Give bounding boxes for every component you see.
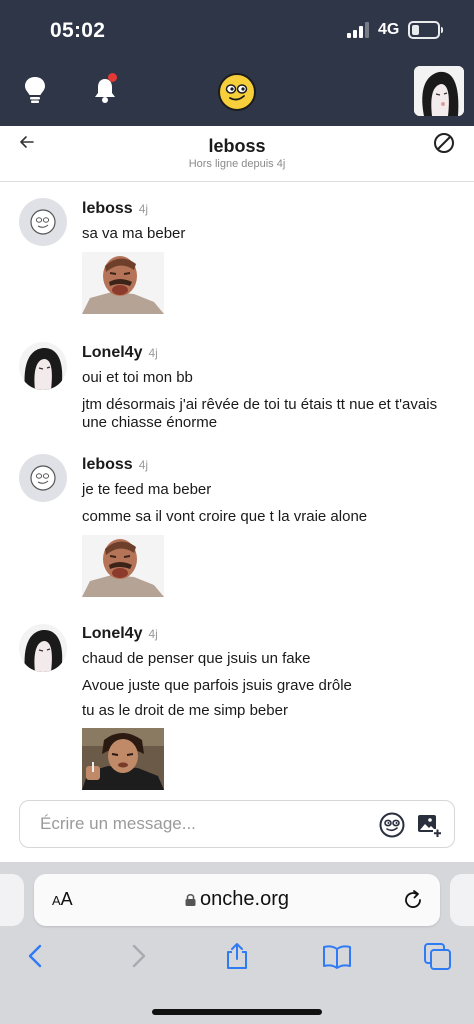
block-icon[interactable] bbox=[433, 132, 455, 154]
message-text: oui et toi mon bb bbox=[82, 369, 193, 386]
next-tab-preview[interactable] bbox=[450, 874, 474, 926]
message-text: chaud de penser que jsuis un fake bbox=[82, 650, 311, 667]
user-avatar[interactable] bbox=[19, 624, 67, 672]
status-time: 05:02 bbox=[50, 19, 106, 42]
bookmarks-icon[interactable] bbox=[322, 942, 351, 970]
message-text: tu as le droit de me simp beber bbox=[82, 702, 288, 719]
message-input[interactable] bbox=[40, 814, 370, 834]
smoking-man-sticker[interactable] bbox=[82, 728, 164, 790]
app-header: 05:02 4G bbox=[0, 0, 474, 126]
lock-icon bbox=[185, 889, 196, 906]
user-avatar[interactable] bbox=[19, 342, 67, 390]
message-time: 4j bbox=[148, 346, 158, 360]
last-seen-status: Hors ligne depuis 4j bbox=[188, 158, 286, 170]
reload-icon[interactable] bbox=[402, 889, 424, 911]
conversation-header: leboss Hors ligne depuis 4j bbox=[0, 126, 474, 182]
bell-icon[interactable] bbox=[92, 73, 118, 105]
share-icon[interactable] bbox=[223, 942, 251, 970]
message-author[interactable]: Lonel4y 4j bbox=[82, 344, 158, 362]
signal-icon bbox=[347, 22, 371, 38]
message-text: comme sa il vont croire que t la vraie a… bbox=[82, 508, 368, 525]
profile-avatar[interactable] bbox=[414, 66, 464, 116]
message-author[interactable]: leboss 4j bbox=[82, 200, 148, 218]
message-time: 4j bbox=[138, 202, 149, 216]
add-image-icon[interactable] bbox=[416, 812, 442, 838]
laughing-man-sticker[interactable] bbox=[82, 535, 164, 597]
conversation-title[interactable]: leboss bbox=[0, 136, 474, 157]
message-time: 4j bbox=[148, 627, 158, 641]
smiley-icon[interactable] bbox=[379, 812, 405, 838]
message-author[interactable]: leboss 4j bbox=[82, 456, 148, 474]
default-avatar[interactable] bbox=[19, 198, 67, 246]
laughing-man-sticker[interactable] bbox=[82, 252, 164, 314]
message-text: Avoue juste que parfois jsuis grave drôl… bbox=[82, 677, 352, 694]
forward-icon[interactable] bbox=[124, 942, 152, 970]
message-author[interactable]: Lonel4y 4j bbox=[82, 625, 158, 643]
message-text: sa va ma beber bbox=[82, 225, 186, 242]
default-avatar[interactable] bbox=[19, 454, 67, 502]
notification-dot bbox=[108, 73, 117, 82]
back-icon[interactable] bbox=[22, 942, 50, 970]
previous-tab-preview[interactable] bbox=[0, 874, 24, 926]
message-time: 4j bbox=[138, 458, 149, 472]
message-composer bbox=[19, 800, 455, 848]
home-indicator[interactable] bbox=[152, 1009, 322, 1015]
tabs-icon[interactable] bbox=[423, 942, 451, 970]
message-text: jtm désormais j'ai rêvée de toi tu étais… bbox=[82, 396, 438, 431]
browser-toolbar: AA onche.org bbox=[0, 862, 474, 1024]
address-bar[interactable]: AA onche.org bbox=[34, 874, 440, 926]
network-label: 4G bbox=[378, 21, 400, 38]
battery-icon bbox=[408, 21, 443, 39]
onche-smiley-logo[interactable] bbox=[218, 73, 256, 111]
url-display[interactable]: onche.org bbox=[34, 888, 440, 911]
message-text: je te feed ma beber bbox=[82, 481, 212, 498]
lightbulb-icon[interactable] bbox=[22, 75, 48, 105]
